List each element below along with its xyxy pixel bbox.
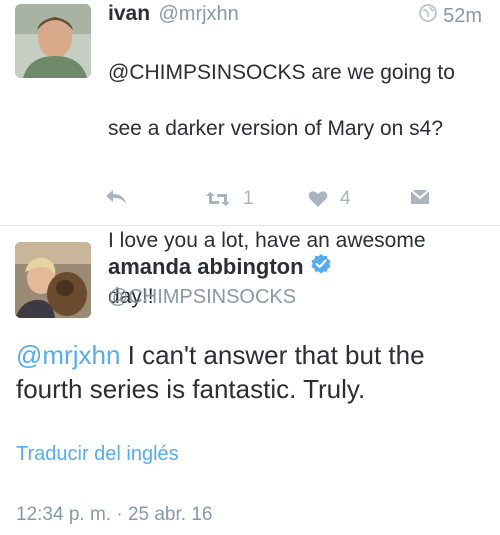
direct-message-button[interactable] [410,188,430,206]
tweet-text-line: see a darker version of Mary on s4? [108,117,443,140]
heart-icon [308,190,328,208]
time-label: 52m [443,4,482,27]
tweet-divider [0,225,500,226]
translate-link[interactable]: Traducir del inglés [16,443,179,466]
author-name[interactable]: amanda abbington [108,254,304,280]
direct-message-icon [410,188,430,206]
verified-badge-icon [310,253,332,281]
tweet-text-line: I love you a lot, have an awesome [108,229,426,252]
author-handle[interactable]: @CHIMPSINSOCKS [108,286,296,309]
reply-tweet: ivan @mrjxhn 52m @CHIMPSINSOCKS are we g… [0,0,500,308]
tweet-time: 52m [419,4,482,28]
author-name[interactable]: ivan [108,2,150,25]
like-button[interactable]: 4 [308,188,351,210]
like-count: 4 [340,188,351,209]
reply-icon [105,188,127,206]
retweet-count: 1 [243,188,254,209]
avatar-amanda-abbington[interactable] [15,242,91,318]
globe-icon [419,4,437,28]
retweet-icon [205,190,231,208]
mention-link[interactable]: @mrjxhn [16,340,120,370]
tweet-text: @mrjxhn I can't answer that but the four… [16,338,486,406]
avatar-ivan[interactable] [15,4,91,78]
author-handle[interactable]: @mrjxhn [158,3,238,25]
retweet-button[interactable]: 1 [205,188,254,210]
tweet-header: ivan @mrjxhn 52m [108,2,490,30]
tweet-timestamp: 12:34 p. m. · 25 abr. 16 [16,504,213,525]
author-name-row: amanda abbington [108,253,332,281]
tweet-actions: 1 4 [105,188,435,214]
reply-button[interactable] [105,188,127,206]
tweet-text-line: @CHIMPSINSOCKS are we going to [108,61,455,84]
